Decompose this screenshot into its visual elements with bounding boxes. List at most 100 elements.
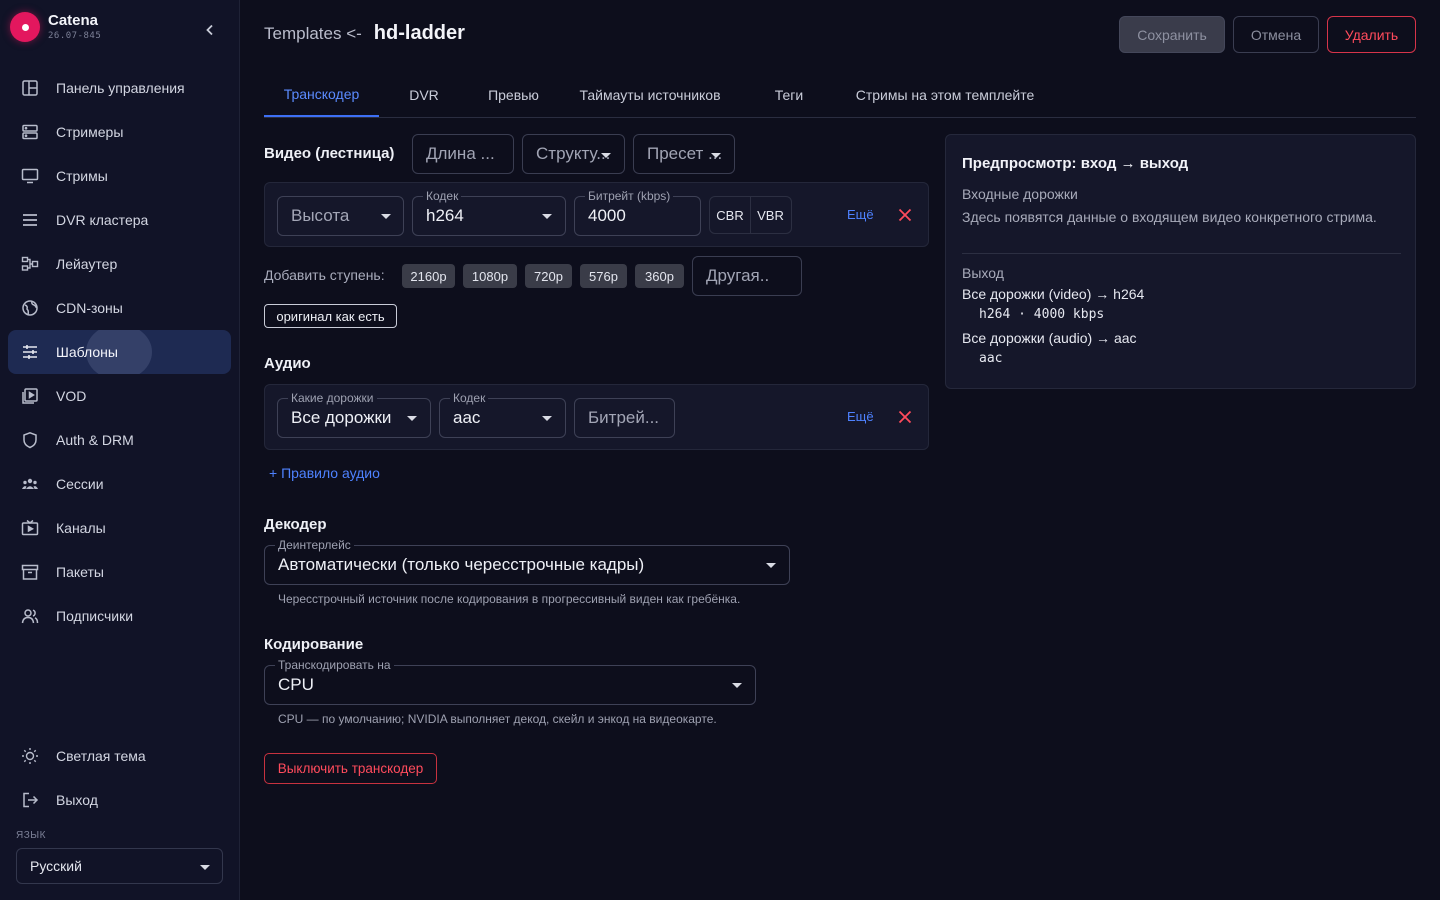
audio-more-link[interactable]: Ещё [847,409,874,424]
step-576p[interactable]: 576p [580,264,627,288]
preview-output-title: Выход [962,265,1004,281]
rate-control-toggle: CBR VBR [709,196,792,234]
archive-icon [20,562,40,582]
preview-audio-line: Все дорожки (audio) → aac [962,330,1137,346]
preview-title: Предпросмотр: вход → выход [962,155,1189,172]
logout-label: Выход [56,792,98,808]
audio-bitrate-input[interactable]: Битрей... [574,398,675,438]
monitor-icon [20,166,40,186]
structure-select[interactable]: Структу... [522,134,625,174]
tab-dvr[interactable]: DVR [400,72,448,117]
caret-down-icon [381,214,391,219]
shield-icon [20,430,40,450]
other-step-placeholder: Другая.. [706,266,770,285]
caret-down-icon [601,153,611,158]
server-icon [20,122,40,142]
remove-rung-button[interactable] [895,205,915,225]
tab-tags[interactable]: Теги [764,72,814,117]
tv-icon [20,518,40,538]
tab-source-timeouts[interactable]: Таймауты источников [570,72,730,117]
other-step-input[interactable]: Другая.. [692,256,802,296]
sidebar-item-channels[interactable]: Каналы [8,506,231,550]
brand-name: Catena [48,12,99,29]
language-value: Русский [30,858,82,874]
sidebar-item-label: DVR кластера [56,212,149,228]
sidebar-item-dashboard[interactable]: Панель управления [8,66,231,110]
users-group-icon [20,474,40,494]
delete-button[interactable]: Удалить [1327,16,1416,53]
step-720p[interactable]: 720p [525,264,572,288]
length-select[interactable]: Длина ... [412,134,514,174]
tab-preview[interactable]: Превью [476,72,551,117]
theme-toggle[interactable]: Светлая тема [8,734,231,778]
preview-panel: Предпросмотр: вход → выход Входные дорож… [945,134,1416,389]
language-select[interactable]: Русский [16,848,223,884]
add-audio-rule-link[interactable]: + Правило аудио [269,465,380,481]
logout-icon [20,790,40,810]
video-more-link[interactable]: Ещё [847,207,874,222]
video-codec-select[interactable]: Кодек h264 [412,189,566,236]
language-label: ЯЗЫК [16,830,46,841]
height-select[interactable]: Высота [277,196,404,236]
video-section-title: Видео (лестница) [264,145,395,162]
breadcrumb[interactable]: Templates <- [264,24,362,44]
step-360p[interactable]: 360p [635,264,684,288]
deinterlace-select[interactable]: Деинтерлейс Автоматически (только чересс… [264,538,790,585]
transcode-on-select[interactable]: Транскодировать на CPU [264,658,756,705]
step-2160p[interactable]: 2160p [402,264,455,288]
dashboard-icon [20,78,40,98]
remove-audio-rule-button[interactable] [895,407,915,427]
original-as-is-button[interactable]: оригинал как есть [264,304,397,328]
close-icon [898,208,912,222]
sidebar-item-label: CDN-зоны [56,300,123,316]
sidebar-item-label: Auth & DRM [56,432,134,448]
sidebar-item-label: Лейаутер [56,256,118,272]
sidebar-item-label: Стримы [56,168,108,184]
user-icon [20,606,40,626]
tab-streams-on-template[interactable]: Стримы на этом темплейте [844,72,1046,117]
logout-button[interactable]: Выход [8,778,231,822]
cbr-option[interactable]: CBR [710,197,750,233]
sidebar-item-streams[interactable]: Стримы [8,154,231,198]
sidebar-item-vod[interactable]: VOD [8,374,231,418]
video-bitrate-input[interactable]: Битрейт (kbps) 4000 [574,189,701,236]
vbr-option[interactable]: VBR [750,197,790,233]
audio-tracks-select[interactable]: Какие дорожки Все дорожки [277,391,431,438]
preset-select[interactable]: Пресет ... [633,134,735,174]
sidebar-item-auth-drm[interactable]: Auth & DRM [8,418,231,462]
transcode-on-label: Транскодировать на [275,658,394,672]
step-1080p[interactable]: 1080p [463,264,517,288]
audio-rule-row: Какие дорожки Все дорожки Кодек aac Битр… [264,384,929,450]
sidebar-item-packages[interactable]: Пакеты [8,550,231,594]
disable-transcoder-button[interactable]: Выключить транскодер [264,753,437,784]
sidebar-item-subscribers[interactable]: Подписчики [8,594,231,638]
deinterlace-helper: Чересстрочный источник после кодирования… [278,592,741,606]
cancel-button[interactable]: Отмена [1233,16,1319,53]
sidebar-item-label: Панель управления [56,80,185,96]
save-button[interactable]: Сохранить [1119,16,1225,53]
caret-down-icon [732,683,742,688]
sidebar-item-label: Каналы [56,520,106,536]
sidebar-item-templates[interactable]: Шаблоны [8,330,231,374]
sidebar-item-layouter[interactable]: Лейаутер [8,242,231,286]
encoding-section-title: Кодирование [264,636,364,653]
tabs: Транскодер DVR Превью Таймауты источнико… [264,72,1416,118]
sidebar-item-sessions[interactable]: Сессии [8,462,231,506]
caret-down-icon [542,214,552,219]
close-icon [898,410,912,424]
sidebar-item-streamers[interactable]: Стримеры [8,110,231,154]
sidebar-item-dvr[interactable]: DVR кластера [8,198,231,242]
caret-down-icon [766,563,776,568]
sidebar-item-label: VOD [56,388,87,404]
video-bitrate-label: Битрейт (kbps) [585,189,674,203]
collapse-sidebar-button[interactable] [198,18,222,42]
audio-codec-select[interactable]: Кодек aac [439,391,566,438]
sidebar-item-label: Сессии [56,476,104,492]
brand[interactable]: Catena 26.07-845 [10,12,101,42]
deinterlace-label: Деинтерлейс [275,538,354,552]
video-bitrate-value: 4000 [588,206,626,225]
tab-transcoder[interactable]: Транскодер [264,72,379,117]
chevron-left-icon [206,24,213,36]
preview-audio-detail: aac [979,351,1003,366]
sidebar-item-cdn-zones[interactable]: CDN-зоны [8,286,231,330]
